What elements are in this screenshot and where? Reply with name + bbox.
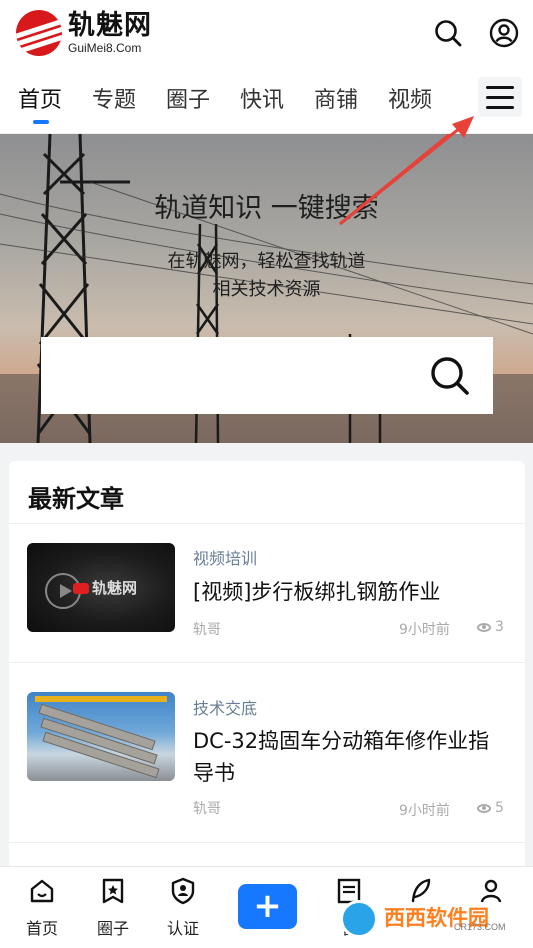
hero-subtitle: 在轨魅网，轻松查找轨道 相关技术资源 <box>0 248 533 304</box>
article-item[interactable]: 技术交底 DC-32捣固车分动箱年修作业指导书 轨哥 9小时前 5 <box>9 663 525 843</box>
app-header: 轨魅网 GuiMei8.Com <box>0 0 533 66</box>
tab-home[interactable]: 首页 <box>18 82 62 114</box>
hero-title: 轨道知识 一键搜索 <box>154 193 379 224</box>
hero-search-box <box>41 337 493 414</box>
watermark-logo-icon <box>340 900 378 938</box>
hamburger-menu-icon[interactable] <box>478 77 522 117</box>
article-author: 轨哥 <box>193 801 221 817</box>
eye-icon <box>477 803 491 813</box>
article-author: 轨哥 <box>193 622 221 638</box>
article-views: 5 <box>477 800 504 816</box>
article-item[interactable]: 轨魅网 视频培训 [视频]步行板绑扎钢筋作业 轨哥 9小时前 3 <box>9 523 525 663</box>
tab-videos[interactable]: 视频 <box>388 82 432 114</box>
article-category[interactable]: 视频培训 <box>193 545 257 569</box>
search-icon <box>431 357 469 395</box>
tab-circles[interactable]: 圈子 <box>166 82 210 114</box>
article-time: 9小时前 <box>399 803 450 819</box>
bottom-nav-verify[interactable]: 认证 <box>156 877 210 939</box>
article-title[interactable]: [视频]步行板绑扎钢筋作业 <box>193 576 503 608</box>
hero-subtitle-line2: 相关技术资源 <box>212 279 321 300</box>
view-count: 5 <box>495 800 504 816</box>
user-icon[interactable] <box>489 18 519 48</box>
article-title[interactable]: DC-32捣固车分动箱年修作业指导书 <box>193 725 503 789</box>
article-category[interactable]: 技术交底 <box>193 695 257 719</box>
active-tab-indicator <box>33 120 49 124</box>
tab-topics[interactable]: 专题 <box>92 82 136 114</box>
view-count: 3 <box>495 619 504 635</box>
watermark: 西西软件园 CR173.COM <box>334 898 510 938</box>
article-thumbnail[interactable]: 轨魅网 <box>27 543 175 632</box>
tab-news[interactable]: 快讯 <box>240 82 284 114</box>
divider <box>9 842 525 843</box>
home-icon <box>30 879 54 903</box>
article-thumbnail[interactable] <box>27 692 175 781</box>
crane-beam <box>35 696 167 702</box>
logo-name: 轨魅网 <box>68 10 152 41</box>
watermark-url: CR173.COM <box>454 922 506 932</box>
bottom-nav-circles[interactable]: 圈子 <box>86 877 140 939</box>
eye-icon <box>477 622 491 632</box>
logo-mark <box>16 10 62 56</box>
article-time: 9小时前 <box>399 622 450 638</box>
star-bookmark-icon <box>102 878 124 904</box>
bottom-nav-label: 首页 <box>25 919 58 938</box>
create-post-button[interactable]: + <box>238 884 297 929</box>
logo-domain: GuiMei8.Com <box>68 41 142 55</box>
thumb-logo: 轨魅网 <box>73 577 137 598</box>
bottom-nav-label: 认证 <box>166 919 199 938</box>
hero-banner: 轨道知识 一键搜索 在轨魅网，轻松查找轨道 相关技术资源 <box>0 134 533 443</box>
search-icon[interactable] <box>433 18 463 48</box>
shield-user-icon <box>171 877 195 905</box>
article-views: 3 <box>477 619 504 635</box>
tab-shops[interactable]: 商铺 <box>314 82 358 114</box>
bottom-nav-label: 圈子 <box>96 919 129 938</box>
site-logo[interactable]: 轨魅网 GuiMei8.Com <box>16 10 152 56</box>
bottom-nav-home[interactable]: 首页 <box>15 877 69 939</box>
latest-articles-card: 最新文章 轨魅网 视频培训 [视频]步行板绑扎钢筋作业 轨哥 9小时前 3 技术… <box>9 461 525 881</box>
search-button[interactable] <box>429 355 471 397</box>
search-input[interactable] <box>41 337 411 414</box>
category-tabs: 首页 专题 圈子 快讯 商铺 视频 <box>0 66 533 134</box>
section-title: 最新文章 <box>28 485 124 513</box>
hero-subtitle-line1: 在轨魅网，轻松查找轨道 <box>167 251 366 272</box>
